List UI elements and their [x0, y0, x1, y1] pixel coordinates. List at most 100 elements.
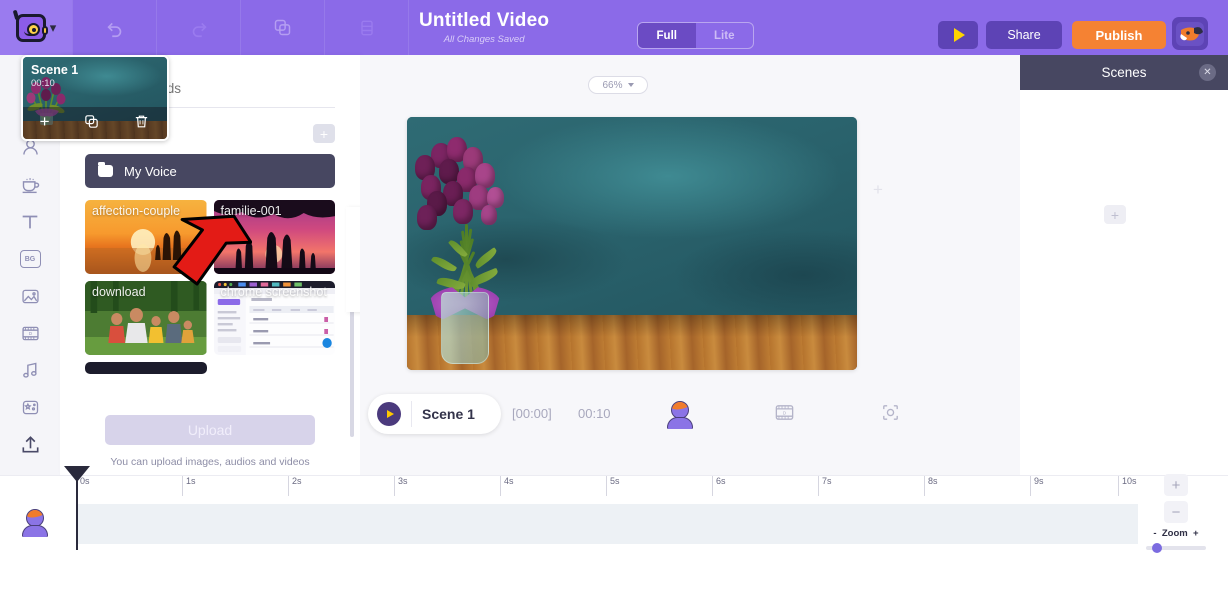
add-folder-button[interactable]: + [313, 124, 335, 143]
timeline-zoom-label: - Zoom + [1146, 528, 1206, 539]
zoom-text-label: Zoom [1161, 528, 1188, 539]
sidebar-item-props[interactable] [0, 166, 60, 203]
chevron-down-icon[interactable]: ▾ [50, 21, 57, 34]
app-logo-button[interactable]: ▾ [0, 0, 72, 55]
upload-hint-text: You can upload images, audios and videos [110, 456, 310, 468]
mode-toggle[interactable]: Full Lite [637, 22, 754, 49]
scene-avatar-button[interactable] [667, 401, 693, 429]
scene-control-bar: Scene 1 [00:00] 00:10 D [360, 385, 1020, 445]
robot-mascot-logo-icon [12, 9, 48, 42]
scenes-panel: Scenes ✕ [1020, 55, 1228, 475]
upload-item-affection-couple[interactable]: affection-couple [85, 200, 207, 274]
play-icon [386, 410, 394, 418]
preview-play-button[interactable] [938, 21, 978, 49]
redo-button[interactable] [157, 0, 240, 55]
sidebar-item-video[interactable]: D [0, 315, 60, 352]
timeline-zoom-slider[interactable] [1146, 543, 1206, 553]
upload-item-label: familie-001 [220, 204, 282, 218]
coffee-cup-icon [22, 178, 39, 194]
folder-icon [98, 162, 113, 177]
film-strip-icon: D [775, 405, 794, 420]
top-bar: ▾ Untitled Video All Changes Saved Full … [0, 0, 1228, 55]
folder-label: My Voice [124, 163, 177, 179]
sparkle-effects-icon [22, 400, 38, 415]
upload-item-partial[interactable] [85, 362, 207, 374]
timeline: 0s 1s 2s 3s 4s 5s 6s 7s 8s 9s 10s + − - [0, 470, 1228, 565]
current-time: [00:00] [512, 406, 552, 421]
zoom-plus-label: + [1193, 528, 1199, 539]
zoom-minus-label: - [1153, 528, 1157, 539]
sidebar-item-background[interactable]: BG [0, 240, 60, 277]
canvas-tulip-bouquet[interactable] [413, 129, 553, 364]
upload-button[interactable]: Upload [105, 415, 315, 445]
video-canvas[interactable] [407, 117, 857, 370]
film-strip-icon: D [21, 326, 39, 340]
timeline-track-avatar[interactable] [22, 509, 48, 537]
user-avatar[interactable] [1172, 17, 1208, 50]
zoom-level-selector[interactable]: 66% [588, 76, 648, 94]
scenes-panel-header: Scenes ✕ [1020, 55, 1228, 90]
scene-media-button[interactable]: D [773, 401, 796, 429]
mode-option-lite[interactable]: Lite [696, 23, 754, 48]
timeline-tick: 4s [500, 476, 514, 496]
layers-button[interactable] [325, 0, 408, 55]
timeline-tick: 5s [606, 476, 620, 496]
upload-item-familie-001[interactable]: familie-001 [213, 200, 335, 274]
timeline-zoom-in-button[interactable]: + [1164, 474, 1188, 496]
timeline-tick: 3s [394, 476, 408, 496]
timeline-track[interactable] [78, 504, 1138, 544]
duplicate-scene-button[interactable] [83, 113, 100, 135]
timeline-tick: 6s [712, 476, 726, 496]
project-title-block[interactable]: Untitled Video All Changes Saved [419, 10, 549, 45]
fox-avatar-icon [1176, 22, 1204, 46]
glass-vase [441, 292, 489, 364]
scene-card-1[interactable]: Scene 1 00:10 + [21, 55, 169, 141]
upload-thumbnail-grid: affection-couple familie-001 download ch… [85, 200, 335, 374]
scene-play-button[interactable] [377, 402, 401, 426]
timeline-zoom-out-button[interactable]: − [1164, 501, 1188, 523]
folder-item-my-voice[interactable]: My Voice [85, 154, 335, 188]
scene-focus-button[interactable] [879, 401, 902, 429]
share-button[interactable]: Share [986, 21, 1062, 49]
sidebar-item-text[interactable] [0, 203, 60, 240]
upload-item-download[interactable]: download [85, 281, 207, 355]
divider [408, 0, 409, 55]
sidebar-item-music[interactable] [0, 352, 60, 389]
zoom-level-value: 66% [602, 79, 623, 91]
timeline-zoom-slider-knob[interactable] [1152, 543, 1162, 553]
add-element-plus[interactable]: + [873, 180, 883, 200]
layers-icon [360, 20, 373, 35]
avatar-person-icon [22, 509, 48, 537]
bg-icon: BG [19, 250, 41, 269]
add-scene-inline-button[interactable]: + [40, 113, 50, 135]
scene-duration: 00:10 [578, 406, 611, 421]
close-icon[interactable]: ✕ [1199, 64, 1216, 81]
add-scene-button[interactable]: + [1104, 205, 1126, 224]
timeline-ruler[interactable]: 0s 1s 2s 3s 4s 5s 6s 7s 8s 9s 10s [60, 476, 1160, 496]
chevron-down-icon [627, 83, 634, 87]
sidebar-item-effects[interactable] [0, 389, 60, 426]
duplicate-button[interactable] [241, 0, 324, 55]
scene-card-title: Scene 1 [31, 63, 79, 77]
play-icon [953, 28, 965, 42]
sidebar-item-uploads[interactable] [0, 426, 60, 463]
upload-item-label: affection-couple [92, 204, 181, 218]
avatar-person-icon [667, 401, 693, 429]
upload-arrow-icon [21, 436, 39, 453]
svg-text:D: D [28, 331, 31, 336]
page-title: Untitled Video [419, 10, 550, 31]
text-t-icon [22, 215, 38, 229]
timeline-playhead[interactable] [76, 470, 78, 550]
undo-button[interactable] [73, 0, 156, 55]
upload-item-label: chrome screenshot [220, 285, 327, 299]
mode-option-full[interactable]: Full [638, 23, 696, 48]
scene-play-pill[interactable]: Scene 1 [368, 394, 501, 434]
upload-item-partial[interactable] [213, 362, 335, 374]
publish-button[interactable]: Publish [1072, 21, 1166, 49]
upload-item-chrome-screenshot[interactable]: chrome screenshot [213, 281, 335, 355]
duplicate-icon [85, 115, 98, 128]
scene-card-actions: + [23, 113, 167, 135]
sidebar-item-images[interactable] [0, 278, 60, 315]
delete-scene-button[interactable] [133, 113, 150, 135]
timeline-tick: 10s [1118, 476, 1137, 496]
